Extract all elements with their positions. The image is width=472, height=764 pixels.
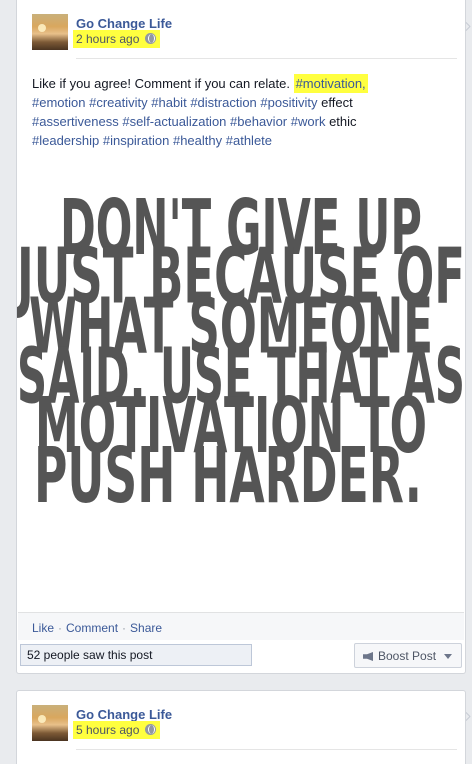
header-divider (76, 58, 457, 59)
hashtag-link[interactable]: #distraction (190, 95, 256, 110)
comment-link[interactable]: Comment (66, 621, 118, 635)
like-link[interactable]: Like (32, 621, 54, 635)
hashtag-link[interactable]: #healthy (173, 133, 222, 148)
hashtag-link[interactable]: #motivation, (293, 74, 368, 93)
post-photo[interactable]: DON'T GIVE UP JUST BECAUSE OF WHAT SOMEO… (17, 186, 465, 578)
timestamp-highlight: 2 hours ago (73, 30, 161, 48)
boost-post-button[interactable]: Boost Post (354, 643, 462, 668)
hashtag-link[interactable]: #positivity (260, 95, 317, 110)
header-divider (76, 749, 457, 750)
globe-icon[interactable] (145, 33, 157, 44)
post-text: Like if you agree! Comment if you can re… (32, 74, 452, 150)
post-word: effect (321, 95, 353, 110)
hashtag-link[interactable]: #leadership (32, 133, 99, 148)
hashtag-link[interactable]: #assertiveness (32, 114, 119, 129)
post-timestamp-link[interactable]: 2 hours ago (76, 32, 139, 46)
post-actions-bar: Like · Comment · Share (18, 612, 464, 640)
page-avatar[interactable] (32, 14, 68, 50)
post-word: ethic (329, 114, 357, 129)
post-card: Go Change Life 5 hours ago (16, 690, 466, 764)
hashtag-link[interactable]: #work (291, 114, 326, 129)
quote-line: PUSH HARDER. (34, 432, 422, 521)
post-header: Go Change Life 5 hours ago (32, 705, 457, 750)
hashtag-link[interactable]: #behavior (230, 114, 287, 129)
caret-down-icon (444, 654, 453, 659)
hashtag-link[interactable]: #habit (151, 95, 186, 110)
megaphone-icon (363, 652, 373, 661)
page-name-link[interactable]: Go Change Life (76, 16, 172, 31)
share-link[interactable]: Share (130, 621, 162, 635)
reach-text: 52 people saw this post (27, 648, 153, 662)
hashtag-link[interactable]: #inspiration (103, 133, 170, 148)
timestamp-highlight: 5 hours ago (73, 721, 161, 739)
post-options-icon[interactable] (463, 22, 472, 32)
globe-icon[interactable] (145, 724, 157, 735)
action-separator: · (122, 621, 127, 635)
quote-graphic: DON'T GIVE UP JUST BECAUSE OF WHAT SOMEO… (17, 186, 465, 521)
hashtag-link[interactable]: #creativity (89, 95, 148, 110)
hashtag-link[interactable]: #athlete (226, 133, 272, 148)
post-intro-text: Like if you agree! Comment if you can re… (32, 76, 294, 91)
hashtag-link[interactable]: #self-actualization (122, 114, 226, 129)
post-header: Go Change Life 2 hours ago (32, 14, 457, 59)
post-card: Go Change Life 2 hours ago Like if you a… (16, 0, 466, 674)
action-separator: · (58, 621, 63, 635)
post-timestamp-link[interactable]: 5 hours ago (76, 723, 139, 737)
page-name-link[interactable]: Go Change Life (76, 707, 172, 722)
page-avatar[interactable] (32, 705, 68, 741)
post-reach-box[interactable]: 52 people saw this post (20, 644, 252, 666)
hashtag-link[interactable]: #emotion (32, 95, 85, 110)
boost-label: Boost Post (378, 649, 437, 663)
